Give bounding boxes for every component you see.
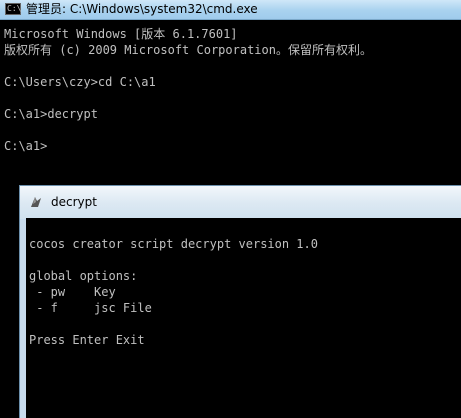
console-line: cocos creator script decrypt version 1.0 — [29, 237, 318, 251]
cmd-window-title: 管理员: C:\Windows\system32\cmd.exe — [26, 2, 258, 16]
decrypt-window-title: decrypt — [51, 195, 97, 209]
console-line: 版权所有 (c) 2009 Microsoft Corporation。保留所有… — [4, 43, 372, 57]
decrypt-title-bar[interactable]: decrypt — [20, 186, 461, 219]
decrypt-window: decrypt cocos creator script decrypt ver… — [19, 185, 461, 418]
app-icon[interactable] — [29, 195, 43, 209]
console-line: C:\a1>decrypt — [4, 107, 98, 121]
console-line: - pw Key — [29, 285, 116, 299]
console-line: C:\a1> — [4, 139, 48, 153]
console-line: global options: — [29, 269, 138, 283]
console-line: - f jsc File — [29, 301, 152, 315]
decrypt-console[interactable]: cocos creator script decrypt version 1.0… — [26, 218, 461, 418]
cmd-title-bar[interactable]: C:\ 管理员: C:\Windows\system32\cmd.exe — [0, 0, 461, 20]
console-line: C:\Users\czy>cd C:\a1 — [4, 75, 156, 89]
cmd-icon[interactable]: C:\ — [5, 3, 21, 15]
console-line: Microsoft Windows [版本 6.1.7601] — [4, 27, 238, 41]
console-line: Press Enter Exit — [29, 333, 145, 347]
